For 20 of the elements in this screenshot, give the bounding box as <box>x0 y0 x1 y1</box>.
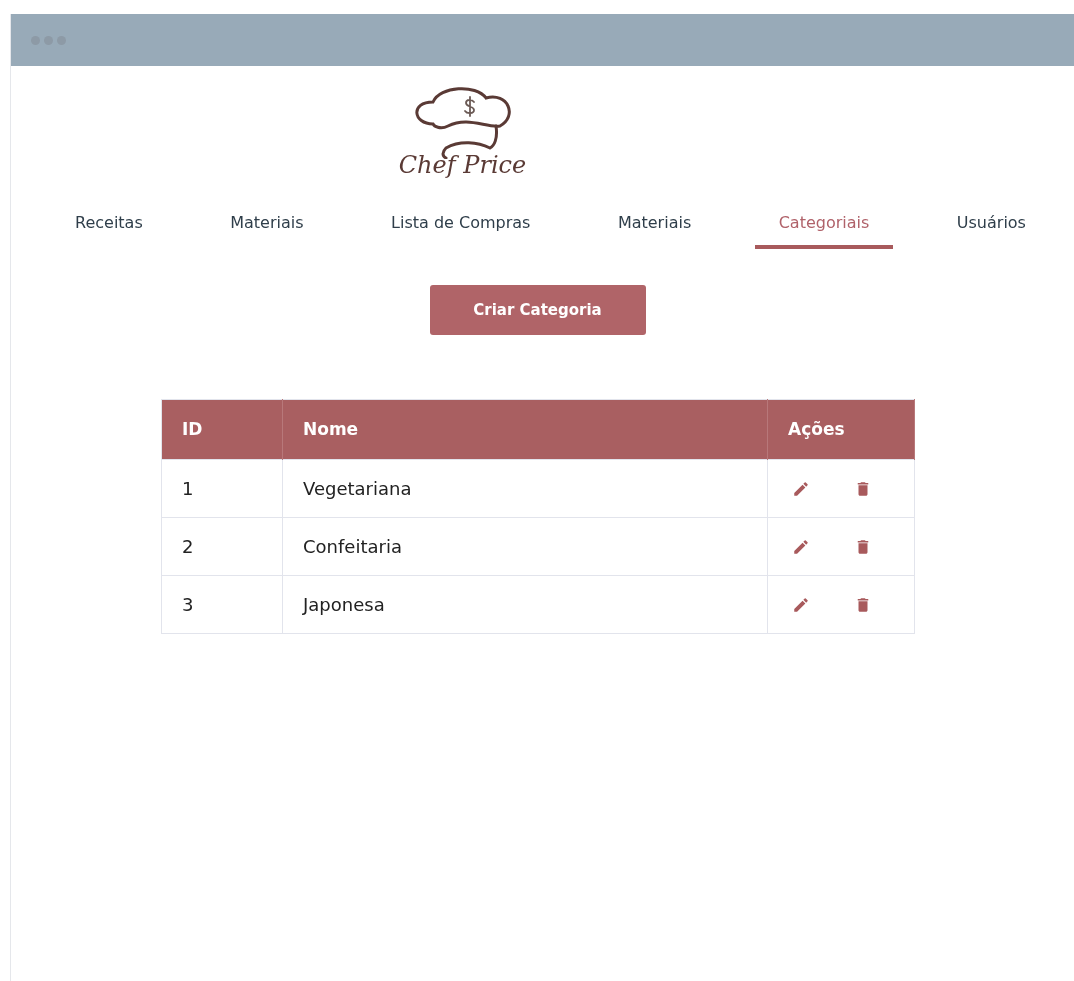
table-cell: Confeitaria <box>282 517 768 576</box>
table-cell: 2 <box>161 517 283 576</box>
column-header: ID <box>161 399 283 460</box>
column-header: Nome <box>282 399 768 460</box>
column-header: Ações <box>767 399 915 460</box>
nav-tab[interactable]: Materiais <box>206 211 328 249</box>
table-cell: Japonesa <box>282 575 768 634</box>
nav-tab[interactable]: Categoriais <box>754 211 894 249</box>
nav-tab[interactable]: Receitas <box>51 211 167 249</box>
nav-tab[interactable]: Lista de Compras <box>367 211 555 249</box>
pencil-icon[interactable] <box>792 537 810 556</box>
table-cell: 3 <box>161 575 283 634</box>
logo-text: Chef Price <box>398 153 527 177</box>
pencil-icon[interactable] <box>792 595 810 614</box>
pencil-icon[interactable] <box>792 479 810 498</box>
create-category-button[interactable]: Criar Categoria <box>429 285 646 335</box>
table-cell: 1 <box>161 459 283 518</box>
table-cell: Vegetariana <box>282 459 768 518</box>
nav-tab[interactable]: Materiais <box>593 211 716 249</box>
nav-tab[interactable]: Usuários <box>932 211 1050 249</box>
